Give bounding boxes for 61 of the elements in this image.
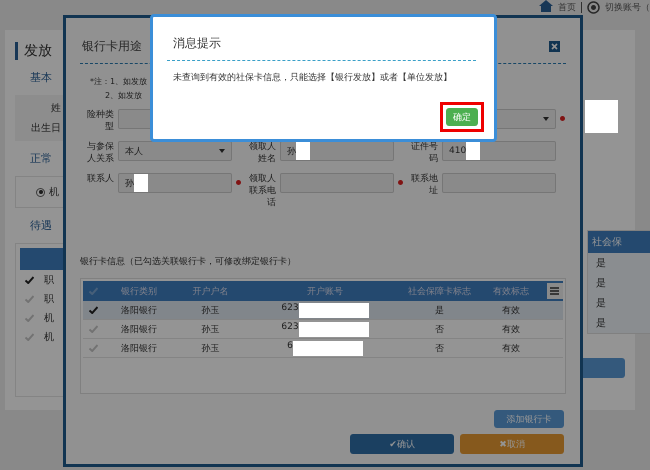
radio-label: 机 (49, 186, 59, 199)
table-cell-text: 623 (281, 322, 299, 334)
field-label: 联系地址 (410, 173, 438, 197)
column-header: 开户账号 (306, 286, 344, 298)
input-field[interactable]: 孙 (118, 173, 232, 193)
message-text: 未查询到有效的社保卡信息，只能选择【银行发放】或者【单位发放】 (173, 72, 453, 84)
table-cell: 是 (588, 313, 650, 333)
column-header: 社会保 (588, 231, 650, 253)
field-label: 险种类型 (86, 109, 114, 133)
dialog-title: 消息提示 (173, 35, 222, 52)
column-header: 社会保障卡标志 (407, 286, 472, 298)
input-field[interactable]: 410 (442, 141, 556, 161)
table-cell-text: 机 (44, 312, 54, 324)
home-link[interactable]: 首页 (558, 1, 576, 14)
table-cell-text: 有效 (501, 342, 522, 354)
section-heading: 基本 (30, 70, 52, 85)
table-cell-text: 否 (434, 324, 446, 336)
table-cell-text: 623 (281, 302, 299, 314)
table-cell-text: 有效 (501, 324, 522, 336)
field-label: 领取人联系电话 (248, 173, 276, 209)
dialog-title: 银行卡用途 (82, 38, 142, 55)
ok-button[interactable]: 确定 (446, 108, 478, 126)
column-header: 开户户名 (191, 286, 230, 298)
confirm-button[interactable]: ✔确认 (350, 434, 454, 454)
table-cell-text: 否 (434, 342, 446, 354)
table-cell-text: 孙玉 (200, 324, 220, 336)
add-bank-card-button[interactable]: 添加银行卡 (494, 410, 564, 428)
note-text: 2、如发放 (105, 90, 142, 101)
select-field[interactable]: 本人 (118, 141, 232, 161)
table-row[interactable]: 洛阳银行 孙玉 6 否 有效 (83, 339, 563, 358)
field-label: 证件号码 (410, 141, 438, 165)
note-text: *注：1、如发放 (90, 76, 148, 87)
table-row[interactable]: 洛阳银行 孙玉 623 否 有效 (83, 320, 563, 339)
table-cell-text: 孙玉 (200, 342, 220, 354)
table-cell-text: 6 (287, 340, 293, 352)
field-label: 联系人 (86, 173, 114, 185)
table-cell-text: 洛阳银行 (120, 324, 158, 336)
table-cell: 是 (588, 293, 650, 313)
table-cell-text: 机 (44, 330, 54, 344)
column-header: 有效标志 (492, 286, 530, 298)
table-cell: 是 (588, 273, 650, 293)
section-heading: 正常 (30, 151, 52, 166)
table-cell-text: 有效 (501, 304, 522, 316)
input-field[interactable]: 孙 (280, 141, 394, 161)
switch-account-link[interactable]: 切换账号（ (605, 1, 650, 14)
field-label: 与参保人关系 (86, 141, 114, 165)
table-row[interactable]: 洛阳银行 孙玉 623 是 有效 (83, 301, 563, 320)
table-cell-text: 洛阳银行 (120, 342, 158, 354)
section-heading: 银行卡信息（已勾选关联银行卡，可修改绑定银行卡） (80, 256, 297, 268)
field-label: 领取人姓名 (248, 141, 276, 165)
table-cell-text: 是 (434, 304, 446, 316)
table-cell-text: 职 (44, 292, 54, 306)
section-heading: 待遇 (30, 218, 52, 233)
table-cell-text: 洛阳银行 (120, 304, 158, 316)
field-label: 姓 (51, 102, 61, 115)
page-title: 发放 (15, 42, 52, 60)
field-label: 出生日 (31, 122, 61, 135)
table-cell-text: 孙玉 (200, 304, 220, 316)
table-cell: 是 (588, 253, 650, 273)
table-cell-text: 职 (44, 274, 54, 286)
column-header: 银行类别 (120, 286, 158, 298)
